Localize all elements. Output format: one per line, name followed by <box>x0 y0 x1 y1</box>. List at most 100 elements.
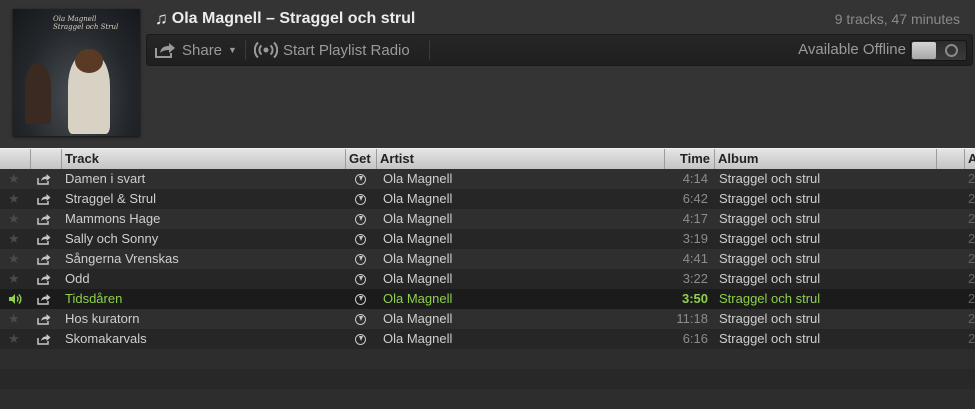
track-row[interactable]: ★ Sångerna Vrenskas Ola Magnell 4:41 Str… <box>0 249 975 269</box>
share-icon[interactable] <box>37 229 53 249</box>
track-extra: 2 <box>968 331 975 346</box>
star-icon[interactable]: ★ <box>8 189 23 209</box>
available-offline-toggle[interactable] <box>910 40 967 61</box>
track-title: Damen i svart <box>65 171 146 186</box>
track-extra: 2 <box>968 171 975 186</box>
download-icon[interactable] <box>355 189 371 209</box>
track-title: Mammons Hage <box>65 211 161 226</box>
star-icon[interactable]: ★ <box>8 249 23 269</box>
track-time: 4:41 <box>682 251 708 266</box>
track-time: 3:19 <box>682 231 708 246</box>
track-row[interactable]: ★ Odd Ola Magnell 3:22 Straggel och stru… <box>0 269 975 289</box>
track-time: 6:16 <box>682 331 708 346</box>
track-extra: 2 <box>968 231 975 246</box>
download-icon[interactable] <box>355 169 371 189</box>
chevron-down-icon: ▼ <box>228 45 237 55</box>
track-extra: 2 <box>968 191 975 206</box>
star-icon[interactable]: ★ <box>8 169 23 189</box>
track-title: Sångerna Vrenskas <box>65 251 179 266</box>
track-time: 4:14 <box>682 171 708 186</box>
track-album[interactable]: Straggel och strul <box>719 329 934 349</box>
start-radio-label: Start Playlist Radio <box>283 41 410 59</box>
col-album[interactable]: Album <box>715 149 937 169</box>
track-artist[interactable]: Ola Magnell <box>383 169 663 189</box>
track-extra: 2 <box>968 211 975 226</box>
track-row[interactable]: ★ Damen i svart Ola Magnell 4:14 Stragge… <box>0 169 975 189</box>
track-row-playing[interactable]: Tidsdåren Ola Magnell 3:50 Straggel och … <box>0 289 975 309</box>
share-icon[interactable] <box>37 269 53 289</box>
download-icon[interactable] <box>355 329 371 349</box>
track-artist[interactable]: Ola Magnell <box>383 249 663 269</box>
track-album[interactable]: Straggel och strul <box>719 209 934 229</box>
track-album[interactable]: Straggel och strul <box>719 289 934 309</box>
track-time: 4:17 <box>682 211 708 226</box>
track-artist[interactable]: Ola Magnell <box>383 309 663 329</box>
share-icon[interactable] <box>37 249 53 269</box>
toolbar-divider <box>245 40 246 60</box>
cover-script-text: Ola Magnell Straggel och Strul <box>53 15 119 31</box>
available-offline-label: Available Offline <box>798 41 906 58</box>
share-icon[interactable] <box>37 309 53 329</box>
track-artist[interactable]: Ola Magnell <box>383 329 663 349</box>
empty-row <box>0 349 975 369</box>
track-album[interactable]: Straggel och strul <box>719 229 934 249</box>
download-icon[interactable] <box>355 309 371 329</box>
star-icon[interactable]: ★ <box>8 269 23 289</box>
playlist-title-row: ♫ Ola Magnell – Straggel och strul <box>155 9 415 29</box>
track-album[interactable]: Straggel och strul <box>719 269 934 289</box>
speaker-icon <box>8 289 23 309</box>
col-track[interactable]: Track <box>62 149 346 169</box>
album-cover: Ola Magnell Straggel och Strul <box>13 9 140 136</box>
track-extra: 2 <box>968 291 975 306</box>
download-icon[interactable] <box>355 249 371 269</box>
track-row[interactable]: ★ Hos kuratorn Ola Magnell 11:18 Stragge… <box>0 309 975 329</box>
track-album[interactable]: Straggel och strul <box>719 309 934 329</box>
star-icon[interactable]: ★ <box>8 229 23 249</box>
star-icon[interactable]: ★ <box>8 309 23 329</box>
share-icon[interactable] <box>37 289 53 309</box>
track-row[interactable]: ★ Skomakarvals Ola Magnell 6:16 Straggel… <box>0 329 975 349</box>
download-icon[interactable] <box>355 229 371 249</box>
star-icon[interactable]: ★ <box>8 209 23 229</box>
track-title: Skomakarvals <box>65 331 147 346</box>
track-artist[interactable]: Ola Magnell <box>383 209 663 229</box>
track-row[interactable]: ★ Straggel & Strul Ola Magnell 6:42 Stra… <box>0 189 975 209</box>
track-artist[interactable]: Ola Magnell <box>383 229 663 249</box>
empty-row <box>0 389 975 409</box>
download-icon[interactable] <box>355 269 371 289</box>
star-icon[interactable]: ★ <box>8 329 23 349</box>
share-icon[interactable] <box>37 169 53 189</box>
track-artist[interactable]: Ola Magnell <box>383 289 663 309</box>
share-icon[interactable] <box>37 209 53 229</box>
track-row[interactable]: ★ Mammons Hage Ola Magnell 4:17 Straggel… <box>0 209 975 229</box>
radio-icon <box>254 41 278 59</box>
col-artist[interactable]: Artist <box>377 149 665 169</box>
share-icon[interactable] <box>37 189 53 209</box>
col-blank[interactable] <box>937 149 965 169</box>
start-radio-button[interactable]: Start Playlist Radio <box>254 35 410 65</box>
download-icon[interactable] <box>355 289 371 309</box>
track-album[interactable]: Straggel och strul <box>719 249 934 269</box>
empty-row <box>0 369 975 389</box>
track-title: Straggel & Strul <box>65 191 157 206</box>
track-artist[interactable]: Ola Magnell <box>383 269 663 289</box>
track-extra: 2 <box>968 251 975 266</box>
playlist-toolbar: Share ▼ Start Playlist Radio Available O… <box>146 34 973 66</box>
col-time[interactable]: Time <box>665 149 715 169</box>
share-button[interactable]: Share ▼ <box>154 35 237 65</box>
playlist-header: Ola Magnell Straggel och Strul ♫ Ola Mag… <box>0 0 975 148</box>
track-row[interactable]: ★ Sally och Sonny Ola Magnell 3:19 Strag… <box>0 229 975 249</box>
cover-figure-head <box>75 49 103 73</box>
track-album[interactable]: Straggel och strul <box>719 189 934 209</box>
track-count: 9 tracks, 47 minutes <box>834 11 960 27</box>
col-share[interactable] <box>31 149 62 169</box>
col-get[interactable]: Get <box>346 149 377 169</box>
share-label: Share <box>182 41 223 59</box>
share-icon[interactable] <box>37 329 53 349</box>
col-extra[interactable]: A <box>965 149 975 169</box>
download-icon[interactable] <box>355 209 371 229</box>
track-artist[interactable]: Ola Magnell <box>383 189 663 209</box>
col-star[interactable] <box>0 149 31 169</box>
track-album[interactable]: Straggel och strul <box>719 169 934 189</box>
cover-figure-left <box>25 64 51 124</box>
